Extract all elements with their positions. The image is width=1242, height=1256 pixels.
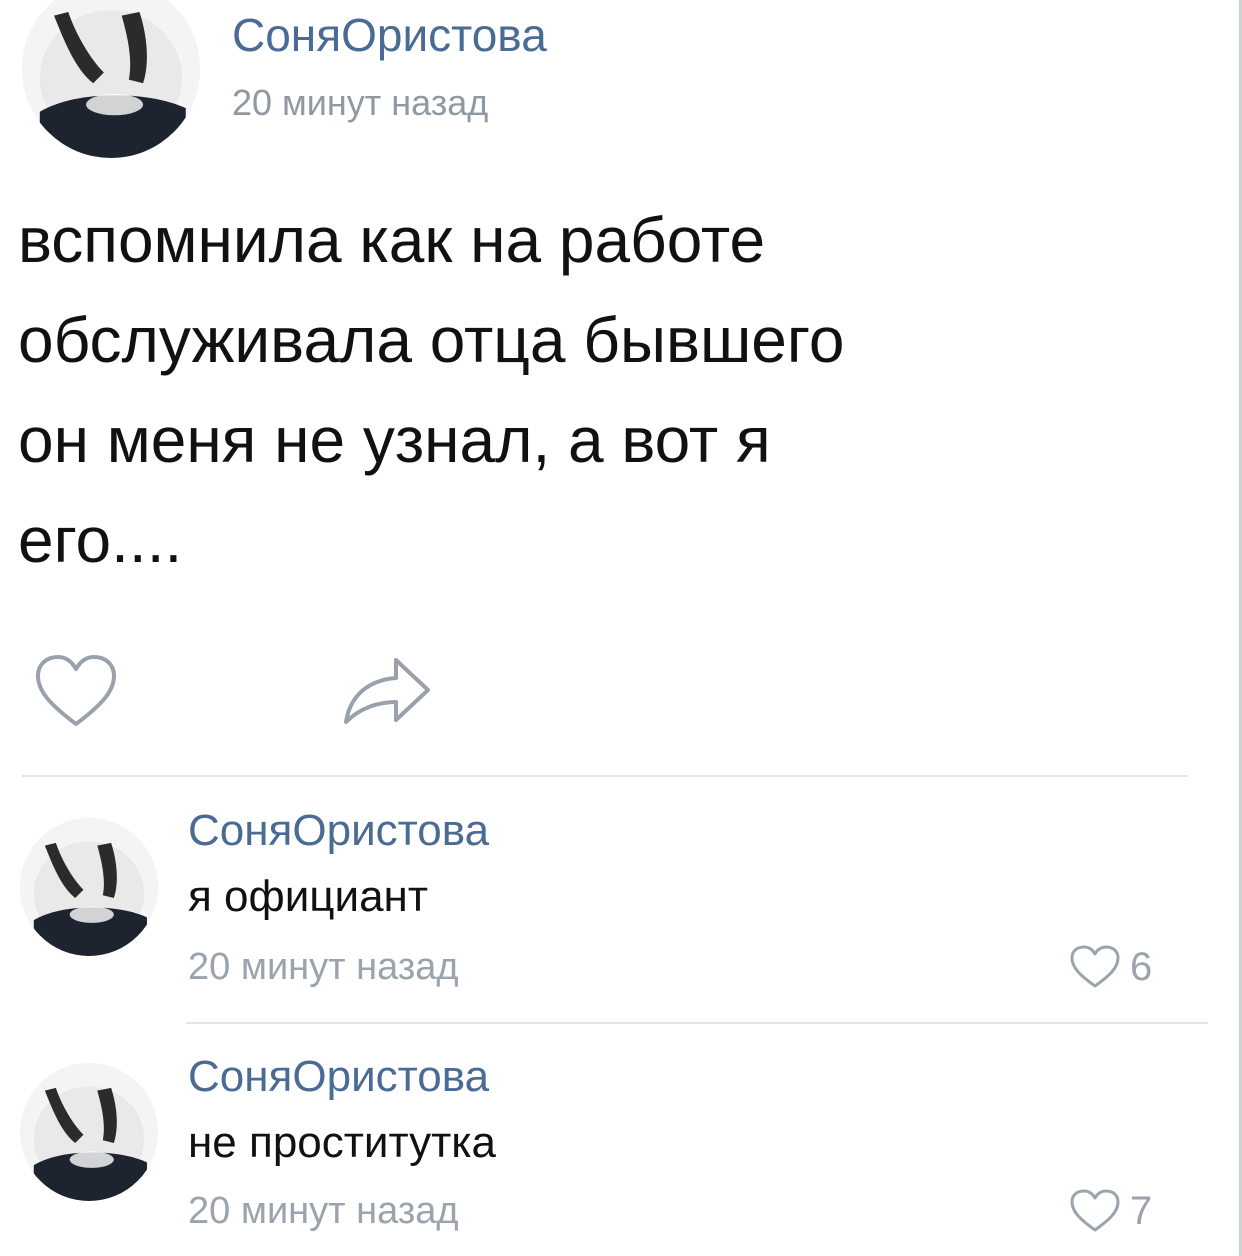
post-text-line: он меня не узнал, а вот я (18, 404, 771, 476)
comment-author-avatar[interactable] (20, 818, 158, 956)
comment-text: я официант (188, 872, 429, 921)
comment-timestamp: 20 минут назад (188, 946, 459, 988)
comment-like-count: 6 (1130, 944, 1153, 989)
comment-like-button[interactable]: 6 (1068, 944, 1152, 990)
comment-like-count: 7 (1130, 1188, 1153, 1233)
avatar-image (20, 1063, 158, 1201)
comment-text: не проститутка (188, 1118, 496, 1167)
comment-timestamp: 20 минут назад (188, 1190, 459, 1232)
comment-like-button[interactable]: 7 (1068, 1188, 1152, 1234)
post-timestamp: 20 минут назад (232, 82, 489, 123)
post-divider (22, 775, 1187, 777)
comment-divider (186, 1022, 1208, 1024)
avatar-image (22, 0, 200, 158)
post-text-line: обслуживала отца бывшего (18, 304, 845, 376)
avatar-image (20, 818, 158, 956)
heart-icon (1070, 1189, 1120, 1232)
heart-icon (1070, 945, 1120, 988)
heart-icon[interactable] (32, 652, 120, 732)
share-arrow-icon[interactable] (338, 652, 434, 728)
post-text: вспомнила как на работе обслуживала отца… (18, 190, 1168, 590)
post-text-line: его.... (18, 504, 183, 576)
post-text-line: вспомнила как на работе (18, 204, 766, 276)
comment-author-name[interactable]: СоняОристова (188, 806, 489, 856)
comment-author-name[interactable]: СоняОристова (188, 1052, 489, 1102)
post-author-avatar[interactable] (22, 0, 200, 158)
post-author-name[interactable]: СоняОристова (232, 8, 547, 62)
comment-author-avatar[interactable] (20, 1063, 158, 1201)
